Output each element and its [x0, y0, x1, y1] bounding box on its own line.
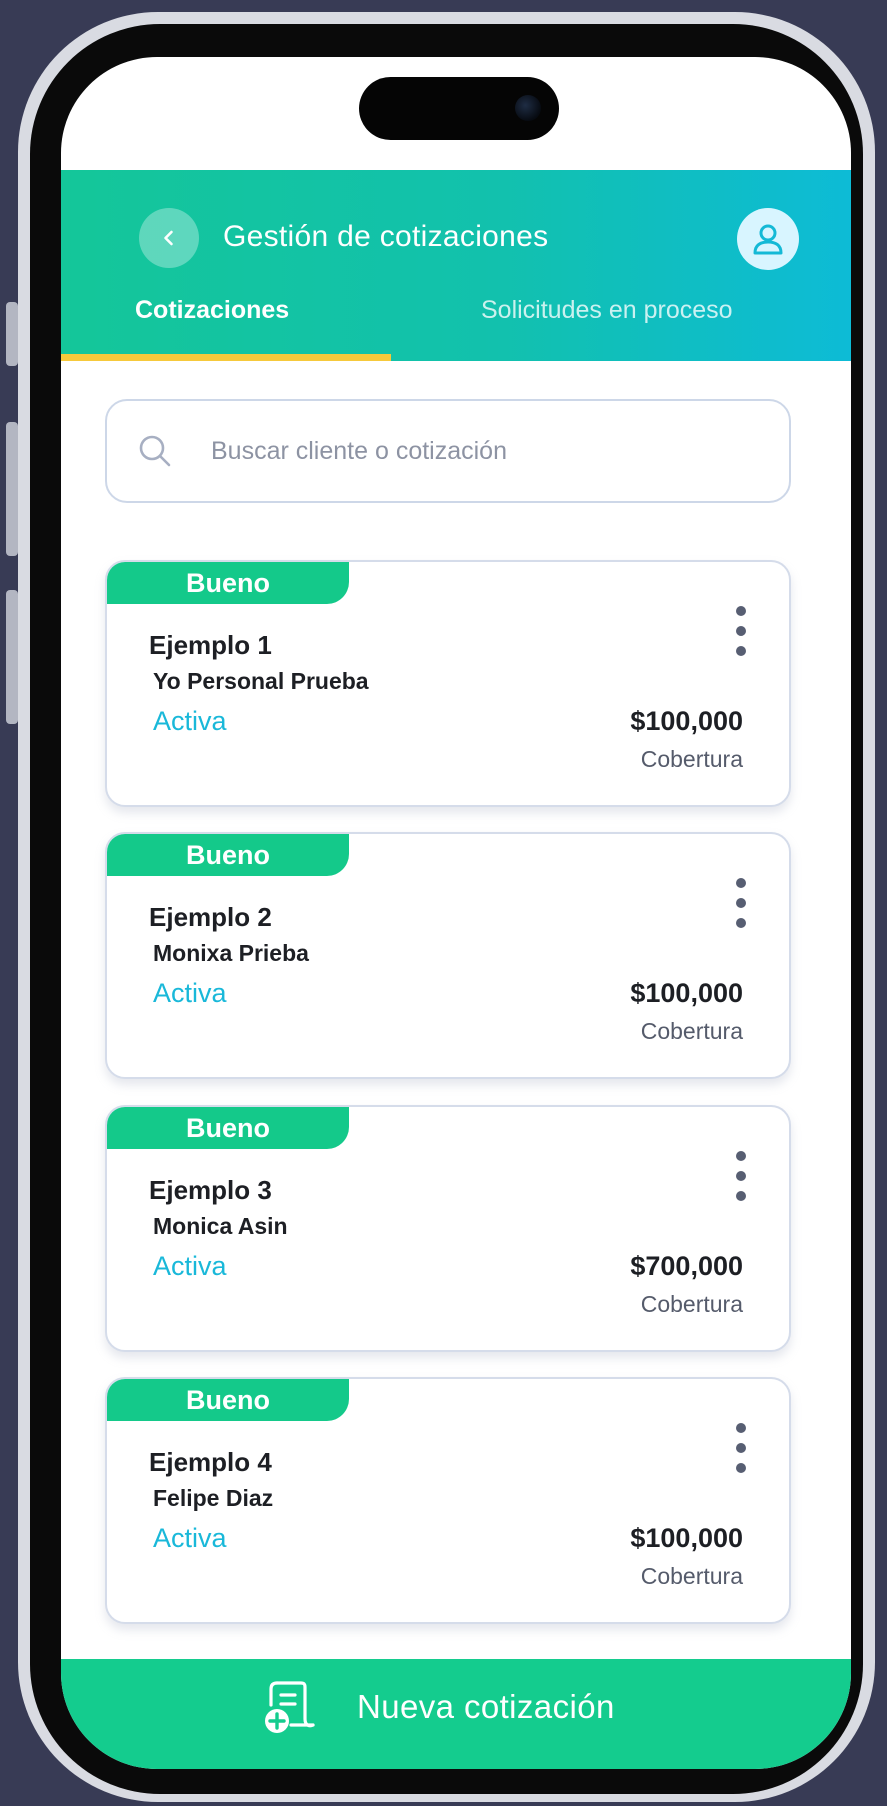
search-box[interactable]: [105, 399, 791, 503]
status-label: Activa: [153, 706, 227, 736]
status-label: Activa: [153, 978, 227, 1008]
quote-title: Ejemplo 3: [149, 1175, 272, 1205]
more-options-icon[interactable]: [729, 878, 753, 928]
volume-down-button: [6, 590, 18, 724]
back-button[interactable]: [139, 208, 199, 268]
app-header: Gestión de cotizaciones Cotizaciones Sol…: [61, 170, 851, 361]
quote-card[interactable]: Bueno Ejemplo 1 Yo Personal Prueba Activ…: [105, 560, 791, 807]
active-tab-indicator: [61, 354, 391, 361]
quote-title: Ejemplo 4: [149, 1447, 272, 1477]
search-icon: [139, 435, 171, 467]
volume-up-button: [6, 422, 18, 556]
coverage-amount: $100,000: [630, 1523, 743, 1553]
more-options-icon[interactable]: [729, 606, 753, 656]
coverage-label: Cobertura: [640, 1563, 743, 1589]
page-title: Gestión de cotizaciones: [223, 220, 549, 253]
status-label: Activa: [153, 1523, 227, 1553]
quote-card[interactable]: Bueno Ejemplo 2 Monixa Prieba Activa $10…: [105, 832, 791, 1079]
rating-badge: Bueno: [107, 562, 349, 604]
quote-card[interactable]: Bueno Ejemplo 4 Felipe Diaz Activa $100,…: [105, 1377, 791, 1624]
front-camera: [515, 95, 541, 121]
quote-title: Ejemplo 1: [149, 630, 272, 660]
new-quote-button[interactable]: Nueva cotización: [61, 1659, 851, 1769]
coverage-label: Cobertura: [640, 1018, 743, 1044]
new-document-icon: [265, 1681, 315, 1733]
app-screen: Gestión de cotizaciones Cotizaciones Sol…: [61, 57, 851, 1769]
tab-cotizaciones[interactable]: Cotizaciones: [135, 296, 289, 325]
chevron-left-icon: [164, 230, 173, 246]
coverage-amount: $100,000: [630, 978, 743, 1008]
tab-solicitudes-en-proceso[interactable]: Solicitudes en proceso: [481, 296, 733, 325]
user-icon: [753, 224, 783, 255]
client-name: Felipe Diaz: [153, 1485, 274, 1511]
coverage-amount: $700,000: [630, 1251, 743, 1281]
more-options-icon[interactable]: [729, 1423, 753, 1473]
profile-button[interactable]: [737, 208, 799, 270]
rating-badge: Bueno: [107, 1379, 349, 1421]
rating-badge: Bueno: [107, 834, 349, 876]
coverage-label: Cobertura: [640, 1291, 743, 1317]
silent-switch: [6, 302, 18, 366]
coverage-amount: $100,000: [630, 706, 743, 736]
client-name: Monixa Prieba: [153, 940, 309, 966]
search-input[interactable]: [211, 423, 751, 479]
quote-card[interactable]: Bueno Ejemplo 3 Monica Asin Activa $700,…: [105, 1105, 791, 1352]
rating-badge: Bueno: [107, 1107, 349, 1149]
dynamic-island: [359, 77, 559, 140]
client-name: Yo Personal Prueba: [153, 668, 369, 694]
quote-title: Ejemplo 2: [149, 902, 272, 932]
new-quote-label: Nueva cotización: [357, 1688, 615, 1725]
status-label: Activa: [153, 1251, 227, 1281]
more-options-icon[interactable]: [729, 1151, 753, 1201]
client-name: Monica Asin: [153, 1213, 288, 1239]
coverage-label: Cobertura: [640, 746, 743, 772]
